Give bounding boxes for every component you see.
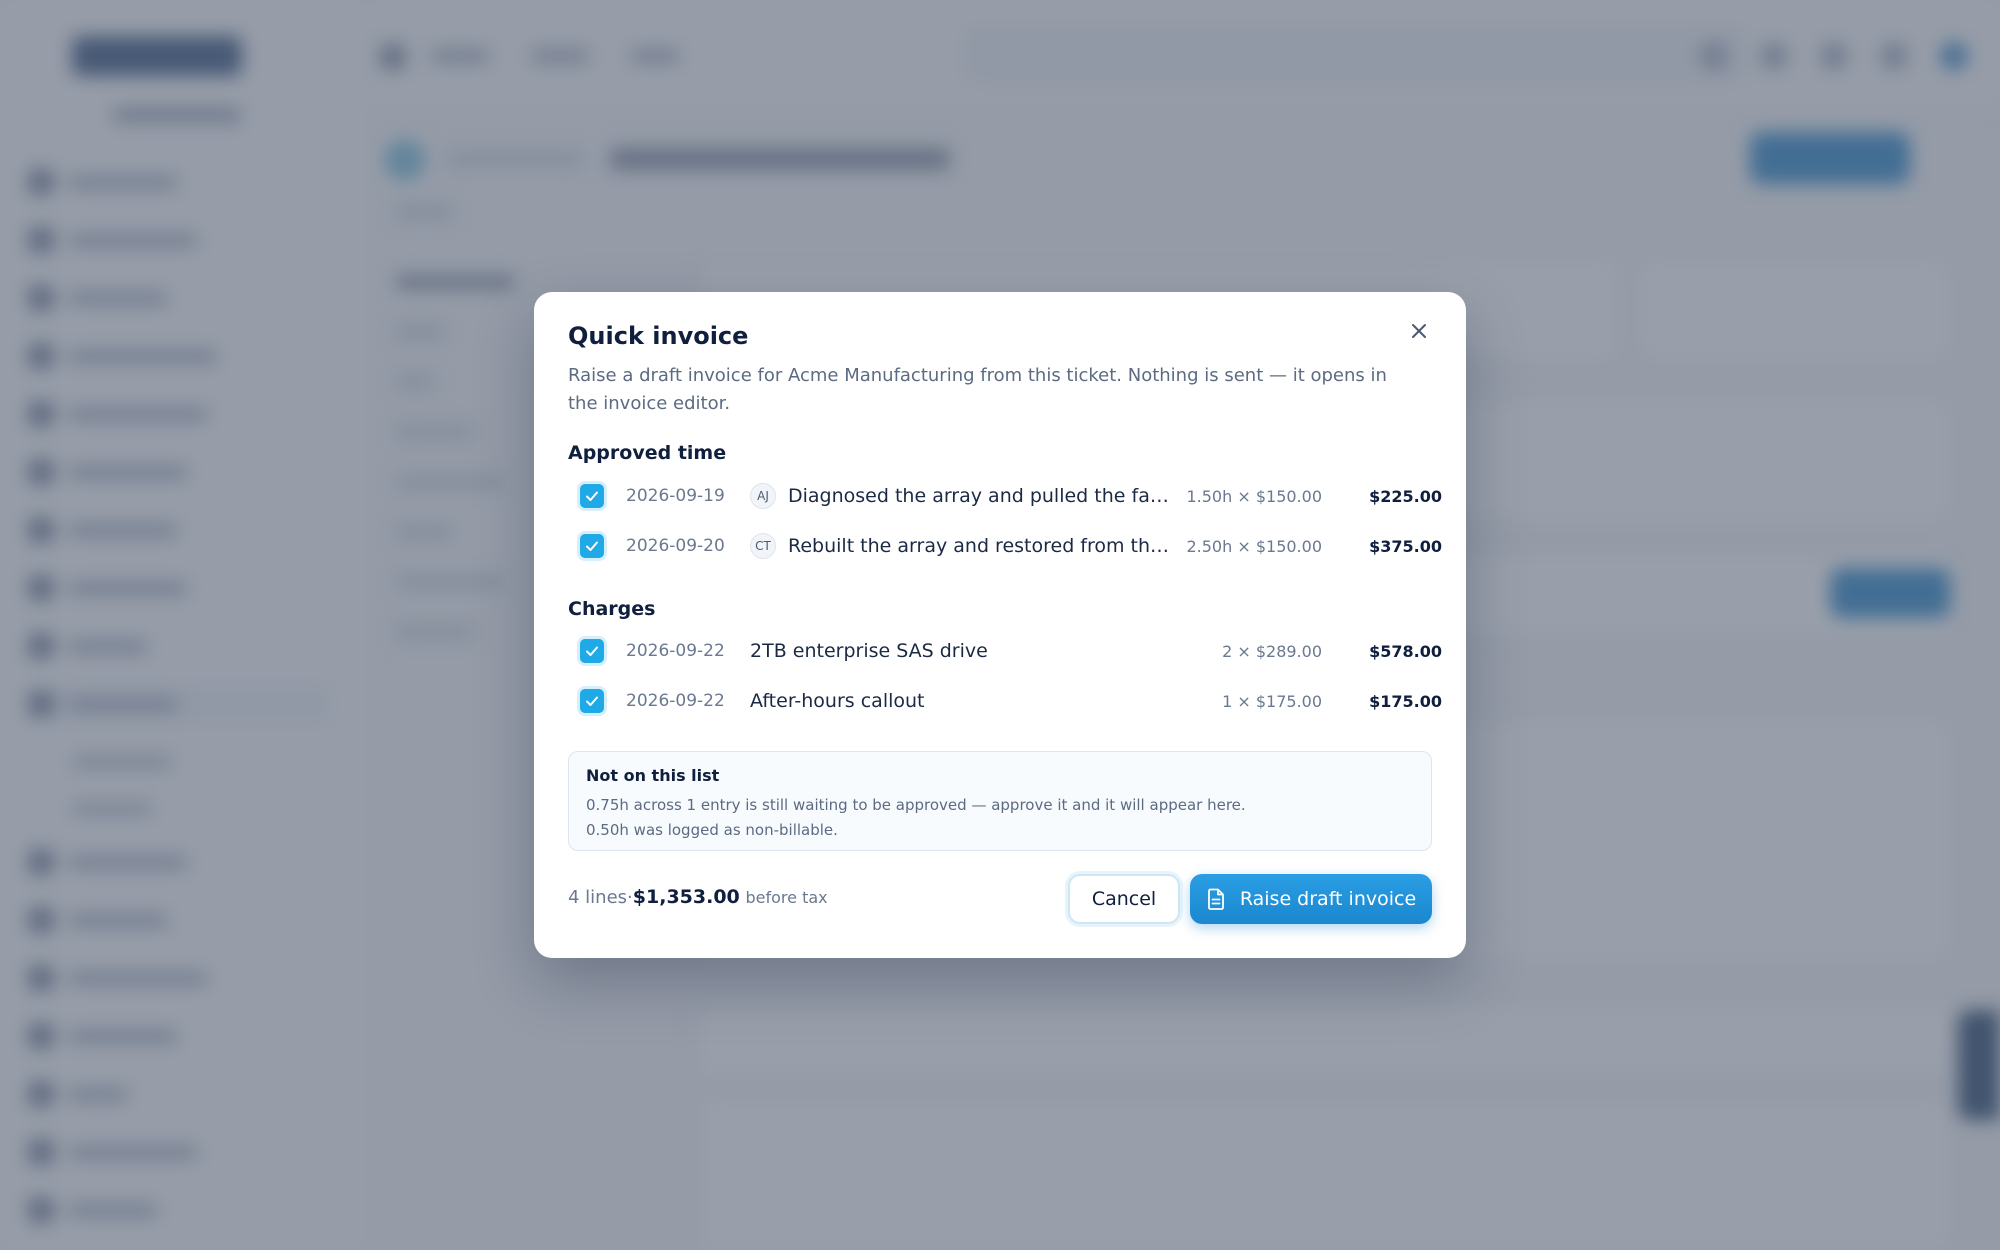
row-amount: $375.00 [1369,536,1442,556]
row-amount: $175.00 [1369,691,1442,711]
total-suffix: before tax [745,888,828,907]
lines-count: 4 lines [568,887,628,908]
row-checkbox[interactable] [580,639,604,663]
row-description: 2TB enterprise SAS drive [750,640,988,662]
row-checkbox[interactable] [580,534,604,558]
raise-draft-invoice-button[interactable]: Raise draft invoice [1190,874,1432,924]
row-date: 2026-09-22 [626,641,725,661]
avatar: CT [750,533,776,559]
close-icon [1412,324,1426,338]
cancel-button[interactable]: Cancel [1068,874,1180,924]
note-title: Not on this list [586,766,720,785]
approved-time-row: 2026-09-20 CT Rebuilt the array and rest… [568,526,1442,566]
close-button[interactable] [1402,314,1436,348]
note-line: 0.75h across 1 entry is still waiting to… [586,796,1246,814]
not-on-list-note: Not on this list 0.75h across 1 entry is… [568,751,1432,851]
row-description: Diagnosed the array and pulled the faile… [788,485,1170,507]
row-date: 2026-09-19 [626,486,725,506]
row-date: 2026-09-22 [626,691,725,711]
primary-button-label: Raise draft invoice [1239,888,1417,910]
charge-row: 2026-09-22 After-hours callout 1 × $175.… [568,681,1442,721]
row-amount: $578.00 [1369,641,1442,661]
check-icon [586,696,598,706]
row-description: After-hours callout [750,690,925,712]
row-quantity: 1 × $175.00 [1222,691,1322,711]
charges-heading: Charges [568,598,656,620]
row-checkbox[interactable] [580,484,604,508]
approved-time-heading: Approved time [568,442,727,464]
approved-time-row: 2026-09-19 AJ Diagnosed the array and pu… [568,476,1442,516]
row-description: Rebuilt the array and restored from the … [788,535,1170,557]
row-date: 2026-09-20 [626,536,725,556]
row-quantity: 2 × $289.00 [1222,641,1322,661]
row-quantity: 2.50h × $150.00 [1186,536,1322,556]
check-icon [586,541,598,551]
row-quantity: 1.50h × $150.00 [1186,486,1322,506]
quick-invoice-modal: Quick invoice Raise a draft invoice for … [534,292,1466,958]
check-icon [586,491,598,501]
invoice-summary: 4 lines·$1,353.00 before tax [568,886,828,908]
row-checkbox[interactable] [580,689,604,713]
modal-title: Quick invoice [568,322,749,350]
avatar: AJ [750,483,776,509]
document-icon [1207,888,1224,910]
charge-row: 2026-09-22 2TB enterprise SAS drive 2 × … [568,631,1442,671]
check-icon [586,646,598,656]
modal-description: Raise a draft invoice for Acme Manufactu… [568,365,1387,414]
note-line: 0.50h was logged as non-billable. [586,821,838,839]
invoice-total: $1,353.00 [632,886,740,908]
row-amount: $225.00 [1369,486,1442,506]
